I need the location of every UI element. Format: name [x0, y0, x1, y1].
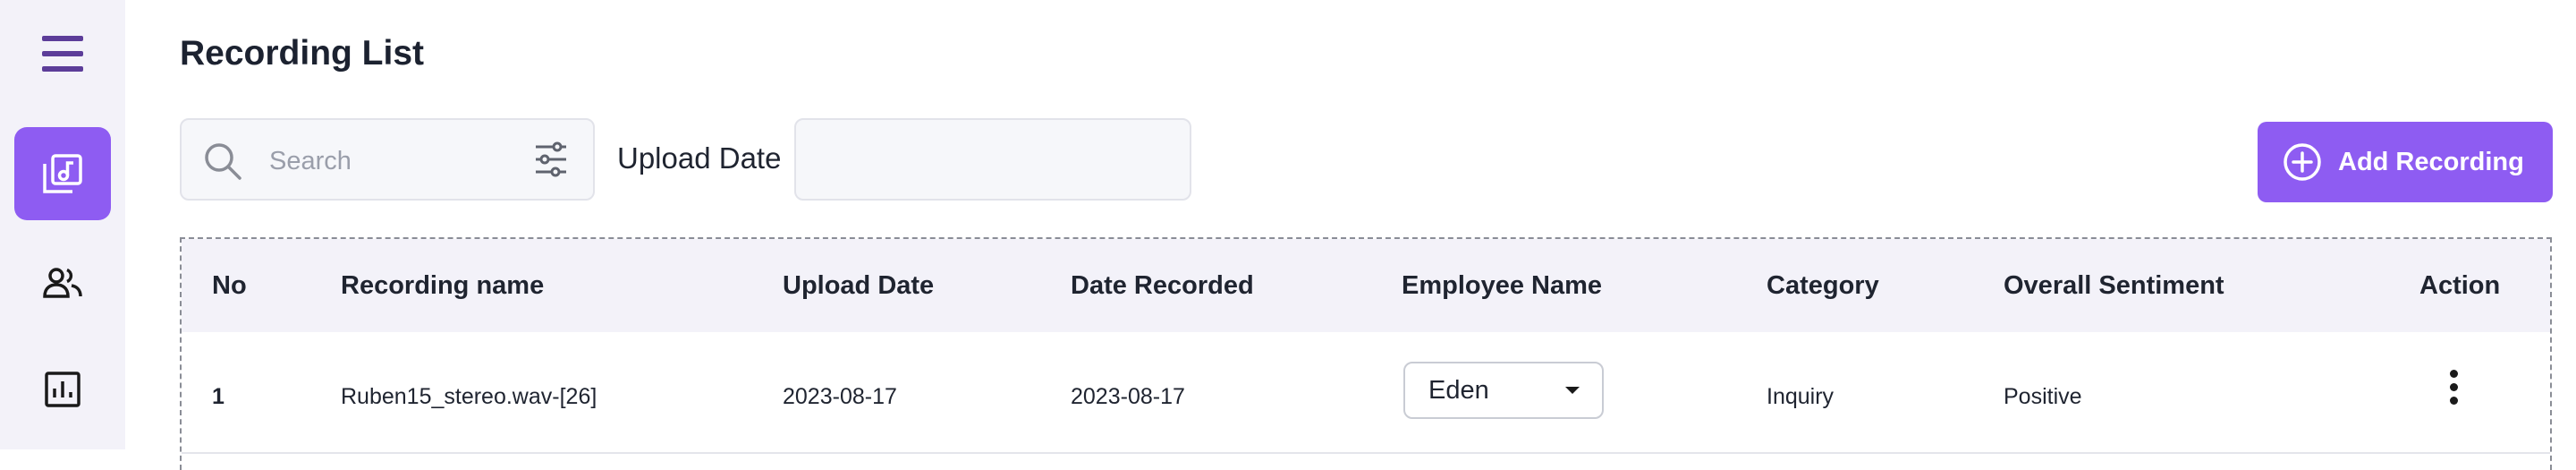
- cell-upload-date: 2023-08-17: [783, 384, 897, 409]
- column-header-upload-date[interactable]: Upload Date: [783, 271, 934, 301]
- sidebar-item-users[interactable]: [27, 256, 98, 310]
- row-actions-kebab-icon[interactable]: [2445, 370, 2462, 414]
- sidebar: [0, 0, 125, 449]
- cell-category: Inquiry: [1767, 384, 1835, 409]
- table-row[interactable]: 1 Ruben15_stereo.wav-[26] 2023-08-17 202…: [182, 332, 2550, 454]
- column-header-employee-name[interactable]: Employee Name: [1402, 271, 1602, 301]
- page-title: Recording List: [180, 34, 425, 73]
- menu-toggle-button[interactable]: [27, 27, 98, 81]
- cell-date-recorded: 2023-08-17: [1071, 384, 1185, 409]
- column-header-date-recorded[interactable]: Date Recorded: [1071, 271, 1254, 301]
- employee-select[interactable]: Eden: [1403, 362, 1604, 419]
- users-icon: [43, 268, 82, 298]
- recordings-table: No Recording name Upload Date Date Recor…: [180, 237, 2552, 470]
- column-header-category[interactable]: Category: [1767, 271, 1879, 301]
- upload-date-input[interactable]: [794, 118, 1191, 201]
- sidebar-item-reports[interactable]: [27, 363, 98, 416]
- column-header-action: Action: [2419, 271, 2501, 300]
- hamburger-menu-icon: [42, 36, 83, 72]
- cell-no: 1: [212, 384, 225, 409]
- caret-down-icon: [1565, 387, 1580, 394]
- add-recording-button[interactable]: Add Recording: [2258, 122, 2553, 202]
- cell-sentiment: Positive: [2004, 384, 2082, 409]
- music-library-icon: [43, 154, 82, 193]
- add-recording-label: Add Recording: [2338, 147, 2524, 176]
- search-box: [180, 118, 595, 201]
- column-header-no[interactable]: No: [212, 271, 247, 301]
- search-icon: [205, 143, 242, 180]
- filter-sliders-icon[interactable]: [534, 141, 568, 177]
- sidebar-item-recordings[interactable]: [14, 127, 111, 220]
- table-header: No Recording name Upload Date Date Recor…: [182, 239, 2550, 332]
- column-header-recording-name[interactable]: Recording name: [341, 271, 544, 301]
- search-input[interactable]: [267, 136, 539, 186]
- column-header-overall-sentiment[interactable]: Overall Sentiment: [2004, 271, 2224, 301]
- upload-date-label: Upload Date: [617, 141, 782, 175]
- bar-chart-icon: [45, 372, 80, 407]
- plus-circle-icon: [2284, 143, 2321, 181]
- cell-recording-name: Ruben15_stereo.wav-[26]: [341, 384, 597, 409]
- employee-select-value: Eden: [1428, 375, 1489, 405]
